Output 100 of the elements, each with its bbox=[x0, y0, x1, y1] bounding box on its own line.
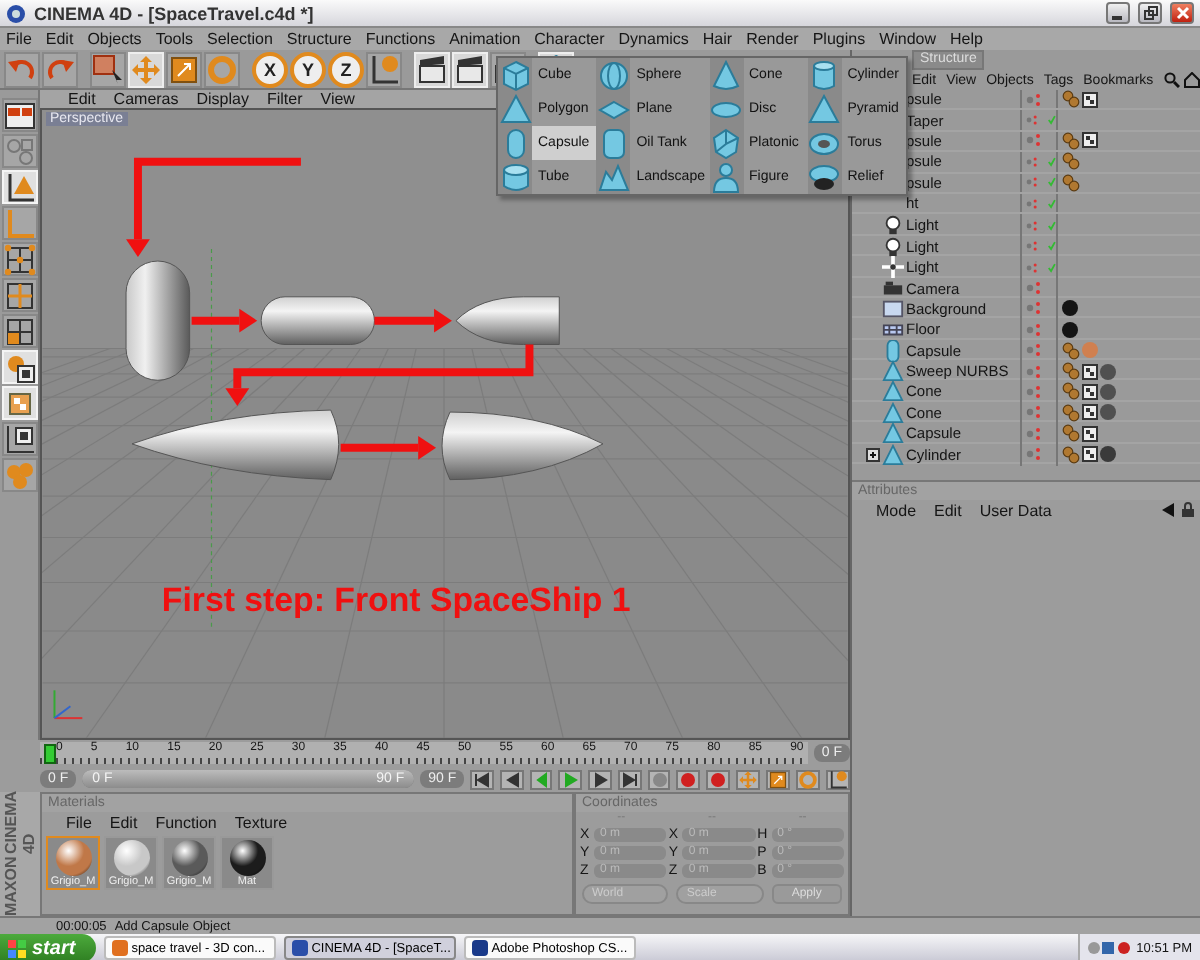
clapper-icon bbox=[454, 53, 486, 85]
check-icon[interactable] bbox=[1048, 155, 1056, 168]
model-mode-button[interactable] bbox=[1, 170, 37, 204]
menu-item[interactable]: Animation bbox=[449, 30, 521, 48]
texture-mode-button[interactable] bbox=[1, 350, 37, 384]
menu-item[interactable]: Functions bbox=[365, 30, 436, 48]
polygon-icon bbox=[882, 443, 904, 466]
window-title: CINEMA 4D - [SpaceTravel.c4d *] bbox=[34, 3, 316, 23]
back-arrow-icon[interactable] bbox=[1160, 502, 1176, 518]
viewport-menu-item[interactable]: Edit bbox=[68, 90, 96, 108]
axis-lock-button[interactable]: X bbox=[252, 51, 288, 87]
check-icon[interactable] bbox=[1048, 197, 1056, 210]
menu-item[interactable]: Structure bbox=[286, 30, 352, 48]
menu-item[interactable]: Window bbox=[879, 30, 937, 48]
panel-menu-item[interactable]: Edit bbox=[934, 501, 962, 519]
panel-menu-item[interactable]: User Data bbox=[979, 501, 1052, 519]
select-tool-button[interactable] bbox=[90, 51, 126, 87]
menu-item[interactable]: Help bbox=[950, 30, 983, 48]
tray-icons[interactable] bbox=[1088, 940, 1133, 956]
panel-menu-item[interactable]: Edit bbox=[109, 813, 138, 831]
minimize-button[interactable] bbox=[1106, 2, 1130, 24]
layout-mode-button[interactable] bbox=[1, 98, 37, 132]
floor-icon bbox=[882, 318, 904, 341]
axis-lock-button[interactable]: Z bbox=[328, 51, 364, 87]
texture-tag-icon[interactable] bbox=[1082, 446, 1098, 463]
coords-tool-button[interactable] bbox=[366, 51, 402, 87]
texture-tag-icon[interactable] bbox=[1082, 363, 1098, 380]
menu-item[interactable]: Hair bbox=[702, 30, 733, 48]
material-tag-icon[interactable] bbox=[1100, 446, 1116, 463]
menu-item[interactable]: Tools bbox=[155, 30, 193, 48]
windows-flag-icon bbox=[8, 939, 26, 957]
transport-button[interactable] bbox=[470, 769, 494, 789]
capsule-shape[interactable] bbox=[260, 296, 375, 345]
check-icon[interactable] bbox=[1048, 114, 1056, 127]
start-button[interactable]: start bbox=[0, 934, 96, 960]
panel-menu-item[interactable]: Texture bbox=[234, 813, 288, 831]
material-tag-icon[interactable] bbox=[1062, 300, 1078, 317]
uv-mode-button[interactable] bbox=[1, 422, 37, 456]
texture-tag-icon[interactable] bbox=[1082, 132, 1098, 149]
polygon-icon bbox=[882, 401, 904, 424]
viewport-menu-item[interactable]: View bbox=[320, 90, 355, 108]
caption-text: First step: Front SpaceShip 1 bbox=[161, 580, 631, 619]
check-icon[interactable] bbox=[1048, 261, 1056, 274]
clapper-tool-button[interactable] bbox=[414, 51, 450, 87]
axis-lock-button[interactable]: Y bbox=[290, 51, 326, 87]
lock-icon[interactable] bbox=[1180, 502, 1196, 518]
playhead-icon[interactable] bbox=[44, 744, 56, 764]
scale-tool-button[interactable] bbox=[166, 51, 202, 87]
key-filter-button[interactable] bbox=[766, 769, 791, 789]
capsule-icon bbox=[882, 339, 904, 362]
points-icon bbox=[3, 243, 35, 275]
menu-item[interactable]: Plugins bbox=[812, 30, 866, 48]
transport-button[interactable] bbox=[499, 769, 524, 789]
clapper-tool-button[interactable] bbox=[452, 51, 488, 87]
menu-item[interactable]: Dynamics bbox=[618, 30, 689, 48]
model-icon bbox=[3, 171, 35, 203]
record-button[interactable] bbox=[676, 769, 701, 789]
cone-shape[interactable] bbox=[131, 409, 340, 481]
menu-item[interactable]: Character bbox=[534, 30, 605, 48]
viewport-menu-item[interactable]: Cameras bbox=[113, 90, 179, 108]
oiltank-icon bbox=[597, 127, 630, 159]
key-filter-button[interactable] bbox=[826, 769, 851, 789]
phong-tag-icon[interactable] bbox=[1062, 90, 1080, 109]
panel-menu-item[interactable]: File bbox=[66, 813, 92, 831]
material-tag-icon[interactable] bbox=[1062, 321, 1078, 338]
cube-icon bbox=[499, 59, 531, 91]
cone-shape[interactable] bbox=[441, 411, 604, 481]
checker-mode-button[interactable] bbox=[1, 386, 37, 420]
viewport-menu-item[interactable]: Filter bbox=[266, 90, 303, 108]
texture-tag-icon[interactable] bbox=[1082, 404, 1098, 421]
brand-text: MAXON bbox=[2, 856, 22, 917]
menu-item[interactable]: Selection bbox=[207, 30, 273, 48]
check-icon[interactable] bbox=[1048, 240, 1056, 253]
texture-tag-icon[interactable] bbox=[1082, 383, 1098, 400]
transport-button[interactable] bbox=[588, 769, 612, 789]
menu-item[interactable]: Render bbox=[746, 30, 799, 48]
omni-icon bbox=[882, 256, 904, 279]
check-icon[interactable] bbox=[1048, 219, 1056, 232]
edges-icon bbox=[3, 279, 35, 311]
search-icon[interactable] bbox=[1163, 72, 1180, 88]
menu-item[interactable]: Objects bbox=[87, 30, 142, 48]
close-button[interactable] bbox=[1170, 2, 1194, 24]
menu-item[interactable]: Edit bbox=[45, 30, 74, 48]
viewport-menu-item[interactable]: Display bbox=[196, 90, 249, 108]
panel-menu-item[interactable]: Function bbox=[155, 813, 217, 831]
capsule-shape[interactable] bbox=[125, 260, 191, 381]
panel-menu-item[interactable]: Mode bbox=[876, 501, 917, 519]
home-icon[interactable] bbox=[1183, 72, 1200, 88]
points-mode-button[interactable] bbox=[1, 242, 37, 276]
check-icon[interactable] bbox=[1048, 176, 1056, 189]
texture-tag-icon[interactable] bbox=[1082, 91, 1098, 108]
transport-button[interactable] bbox=[617, 769, 642, 789]
restore-button[interactable] bbox=[1138, 2, 1162, 24]
polygons-mode-button[interactable] bbox=[1, 314, 37, 348]
edges-mode-button[interactable] bbox=[1, 278, 37, 312]
nose-cone-shape[interactable] bbox=[455, 296, 560, 345]
record-button[interactable] bbox=[706, 769, 731, 789]
texture-tag-icon[interactable] bbox=[1082, 425, 1098, 442]
expand-icon[interactable] bbox=[866, 447, 880, 462]
menu-item[interactable]: File bbox=[6, 30, 32, 48]
